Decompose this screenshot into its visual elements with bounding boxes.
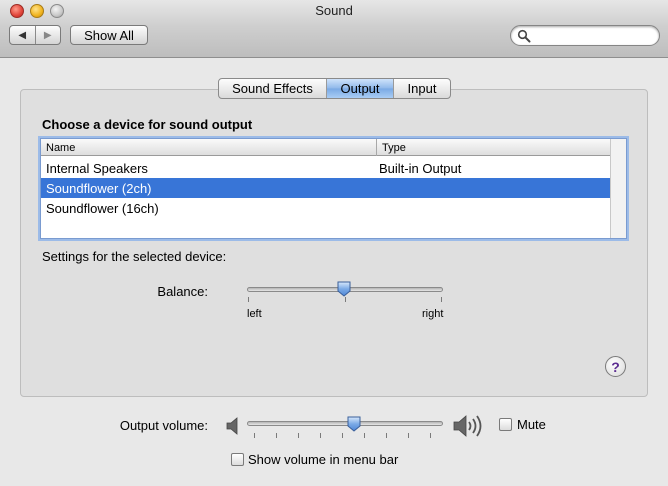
balance-slider-knob[interactable]	[337, 281, 351, 297]
window-titlebar: Sound ◀ ▶ Show All	[0, 0, 668, 58]
show-all-button[interactable]: Show All	[70, 25, 148, 45]
volume-tick	[430, 433, 431, 438]
device-name: Soundflower (16ch)	[46, 200, 159, 216]
search-icon	[517, 29, 531, 43]
search-input[interactable]	[510, 25, 660, 46]
volume-tick	[276, 433, 277, 438]
show-volume-in-menu-bar-label: Show volume in menu bar	[248, 452, 399, 467]
output-panel	[20, 89, 648, 397]
window-title: Sound	[315, 3, 353, 18]
balance-right-label: right	[422, 308, 444, 320]
help-button[interactable]: ?	[605, 356, 626, 377]
mute-label: Mute	[517, 417, 546, 432]
tab-input[interactable]: Input	[394, 79, 450, 98]
forward-arrow-icon: ▶	[43, 29, 52, 41]
balance-label: Balance:	[157, 284, 208, 299]
table-row[interactable]: Soundflower (2ch)	[41, 178, 611, 198]
volume-tick	[386, 433, 387, 438]
balance-tick-center	[345, 297, 346, 302]
column-header-name[interactable]: Name	[41, 139, 377, 156]
volume-tick	[364, 433, 365, 438]
device-name: Internal Speakers	[46, 160, 148, 176]
volume-tick	[320, 433, 321, 438]
volume-tick	[298, 433, 299, 438]
table-header: Name Type	[41, 139, 611, 156]
output-volume-label: Output volume:	[119, 418, 208, 433]
speaker-high-icon	[453, 415, 482, 437]
device-type: Built-in Output	[379, 160, 462, 176]
volume-tick	[342, 433, 343, 438]
forward-button[interactable]: ▶	[36, 26, 61, 44]
mute-checkbox[interactable]	[499, 418, 512, 431]
table-row[interactable]: Internal Speakers Built-in Output	[41, 158, 611, 178]
tab-sound-effects[interactable]: Sound Effects	[219, 79, 327, 98]
tab-output[interactable]: Output	[327, 79, 394, 98]
device-list-heading: Choose a device for sound output	[42, 117, 253, 132]
volume-tick	[408, 433, 409, 438]
balance-tick-left	[248, 297, 249, 302]
device-table[interactable]: Name Type Internal Speakers Built-in Out…	[40, 138, 627, 239]
back-forward-control: ◀ ▶	[9, 25, 61, 45]
speaker-low-icon	[226, 417, 238, 435]
column-header-type[interactable]: Type	[377, 139, 611, 156]
output-volume-slider-track[interactable]	[247, 421, 443, 426]
volume-tick	[254, 433, 255, 438]
output-volume-slider-knob[interactable]	[347, 416, 361, 432]
balance-tick-right	[441, 297, 442, 302]
balance-left-label: left	[247, 308, 262, 320]
back-button[interactable]: ◀	[10, 26, 36, 44]
back-arrow-icon: ◀	[18, 29, 27, 41]
device-settings-heading: Settings for the selected device:	[42, 249, 227, 264]
table-scrollbar[interactable]	[610, 139, 626, 238]
show-volume-in-menu-bar-checkbox[interactable]	[231, 453, 244, 466]
table-row[interactable]: Soundflower (16ch)	[41, 198, 611, 218]
tab-bar: Sound Effects Output Input	[218, 78, 451, 99]
device-name: Soundflower (2ch)	[46, 180, 152, 196]
